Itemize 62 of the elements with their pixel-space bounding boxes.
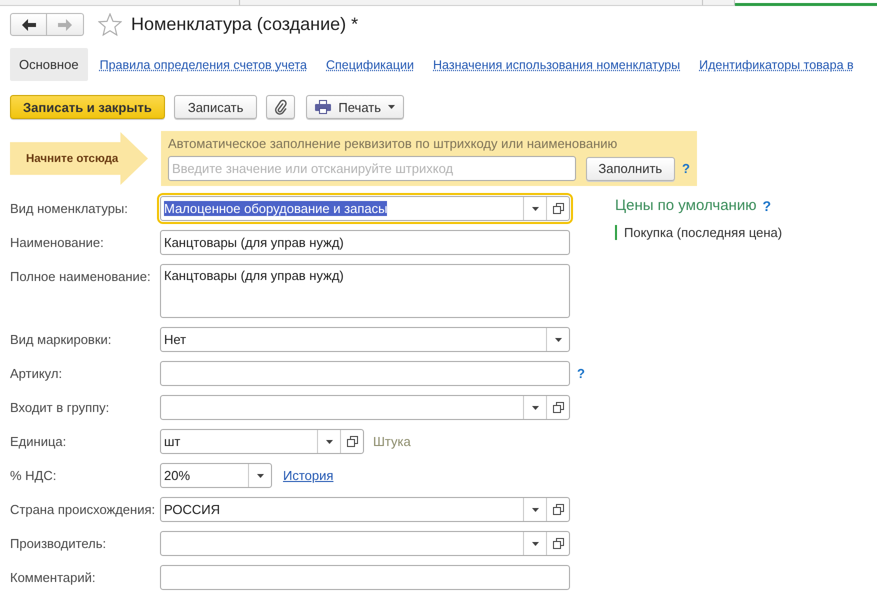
autofill-title: Автоматическое заполнение реквизитов по штрихкоду или наименованию: [168, 136, 618, 152]
tab[interactable]: Назначения использования номенклатуры: [433, 56, 680, 72]
dropdown-field[interactable]: Малоценное оборудование и запасы: [160, 196, 570, 221]
attach-button[interactable]: [266, 95, 296, 119]
overlapping-squares-icon: [346, 436, 358, 447]
help-link[interactable]: ?: [762, 198, 772, 214]
tab[interactable]: Правила определения счетов учета: [100, 56, 308, 72]
dropdown-field[interactable]: [160, 531, 570, 556]
field-label: Вид номенклатуры:: [10, 200, 129, 218]
field-label: Единица:: [10, 433, 68, 451]
barcode-field[interactable]: Введите значение или отсканируйте штрихкод: [168, 156, 576, 181]
field-label: Вид маркировки:: [10, 331, 112, 349]
dropdown-field[interactable]: РОССИЯ: [160, 497, 570, 522]
history-link[interactable]: История: [283, 463, 334, 488]
tab[interactable]: Спецификации: [326, 56, 414, 72]
help-link[interactable]: ?: [682, 161, 690, 176]
section-title: Цены по умолчанию: [615, 196, 756, 216]
save-button[interactable]: Записать: [174, 95, 258, 119]
caret-icon: [532, 508, 538, 512]
input-field[interactable]: Канцтовары (для управ нужд): [160, 230, 570, 255]
overlapping-squares-icon: [552, 203, 564, 214]
fill-button[interactable]: Заполнить: [586, 156, 676, 180]
field-label: Страна происхождения:: [10, 501, 156, 519]
field-label: Артикул:: [10, 365, 64, 383]
overlapping-squares-icon: [552, 402, 564, 413]
field-label: Комментарий:: [10, 569, 96, 587]
field-label: Полное наименование:: [10, 268, 152, 286]
field-label: Наименование:: [10, 234, 105, 252]
window-tab[interactable]: [735, 0, 877, 6]
tab[interactable]: Основное: [10, 48, 88, 81]
caret-icon: [532, 406, 538, 410]
caret-icon: [326, 440, 332, 444]
text-area[interactable]: Канцтовары (для управ нужд): [160, 264, 570, 318]
field-label: % НДС:: [10, 467, 58, 485]
paperclip-icon: [274, 99, 287, 115]
dropdown-field[interactable]: Нет: [160, 327, 570, 352]
field-label: Производитель:: [10, 535, 108, 553]
arrow-left-icon: [22, 18, 36, 30]
help-link[interactable]: ?: [577, 361, 585, 386]
dropdown-field[interactable]: [160, 395, 570, 420]
printer-icon: [315, 100, 332, 114]
window-title: Номенклатура (создание) *: [131, 14, 358, 35]
caret-icon: [554, 338, 562, 342]
field-label: Входит в группу:: [10, 399, 110, 417]
dropdown-field[interactable]: 20%: [160, 463, 272, 488]
overlapping-squares-icon: [552, 538, 564, 549]
star-icon[interactable]: [98, 13, 122, 36]
price-item[interactable]: Покупка (последняя цена): [615, 225, 782, 240]
back-button[interactable]: [10, 13, 47, 36]
input-field[interactable]: [160, 361, 570, 386]
caret-icon: [532, 206, 538, 210]
caret-icon: [388, 105, 395, 109]
caret-icon: [532, 542, 538, 546]
save-and-close-button[interactable]: Записать и закрыть: [10, 95, 165, 119]
field-note: Штука: [373, 433, 411, 451]
print-button[interactable]: Печать: [306, 95, 404, 119]
input-field[interactable]: [160, 565, 570, 590]
overlapping-squares-icon: [552, 504, 564, 515]
arrow-right-icon: [58, 18, 72, 30]
dropdown-field[interactable]: шт: [160, 429, 364, 454]
tab[interactable]: Идентификаторы товара в: [699, 56, 854, 72]
caret-icon: [256, 474, 264, 478]
